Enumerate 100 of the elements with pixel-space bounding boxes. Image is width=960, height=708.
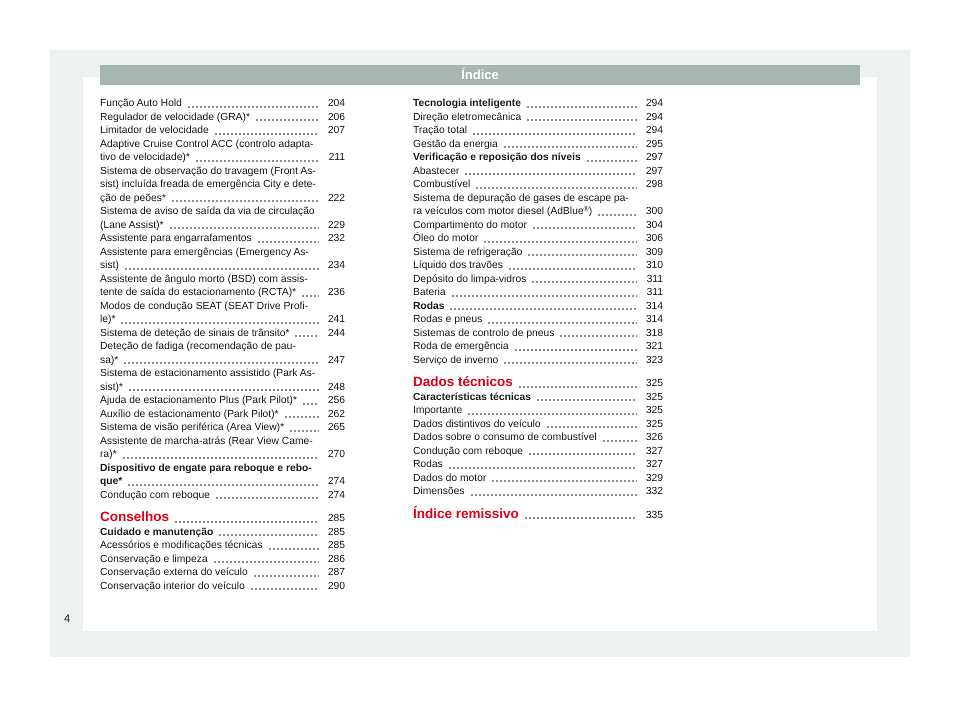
page-reference: 207 <box>326 124 345 138</box>
page-reference: 241 <box>326 313 345 326</box>
page-reference: 285 <box>326 526 345 539</box>
page-reference: 326 <box>644 431 663 444</box>
entry-text: Dados distintivos do veículo <box>413 418 541 431</box>
entry-text: Roda de emergência <box>413 340 509 354</box>
entry-text: Dispositivo de engate para reboque e rebo- <box>100 462 312 474</box>
entry-text: Líquido dos travões <box>413 259 503 272</box>
entry-text: Ajuda de estacionamento Plus (Park Pilot)* <box>100 394 297 408</box>
page-reference: 286 <box>326 552 345 566</box>
entry-text: sa)* <box>100 354 118 367</box>
entry-text: Óleo do motor <box>413 232 478 246</box>
entry-text: tente de saída do estacionamento (RCTA)* <box>100 286 296 300</box>
entry-text: ção de peões* <box>100 192 166 205</box>
entry-text: Verificação e reposição dos níveis <box>413 151 581 164</box>
page-reference: 300 <box>644 205 663 218</box>
page-reference: 332 <box>644 485 663 498</box>
page-reference: 335 <box>644 508 663 522</box>
entry-text: Abastecer <box>413 164 460 178</box>
entry-text: Deteção de fadiga (recomendação de pau- <box>100 341 296 352</box>
page-reference: 287 <box>326 566 345 580</box>
dot-leader <box>289 430 319 432</box>
entry-text: Sistema de visão periférica (Area View)* <box>100 421 284 434</box>
page-reference: 222 <box>326 192 345 205</box>
entry-text: Regulador de velocidade (GRA)* <box>100 110 250 124</box>
page-reference: 327 <box>644 458 663 472</box>
entry-text: Rodas e pneus <box>413 313 482 326</box>
entry-text: Condução com reboque <box>100 488 210 502</box>
page-reference: 325 <box>644 404 663 418</box>
dot-leader <box>586 160 637 162</box>
page-reference: 325 <box>644 390 663 404</box>
entry-text: Assistente de ângulo morto (BSD) com assis- <box>100 274 308 284</box>
page-reference: 294 <box>644 110 663 124</box>
page-reference: 325 <box>644 418 663 431</box>
page-reference: 309 <box>644 246 663 259</box>
entry-text: le)* <box>100 313 116 326</box>
section-heading: Dados técnicos <box>413 375 513 388</box>
page-reference: 295 <box>644 138 663 151</box>
dot-leader <box>302 402 319 404</box>
entry-text: Dimensões <box>413 485 465 498</box>
entry-text: Conservação e limpeza <box>100 552 208 566</box>
page-number: 4 <box>64 612 70 626</box>
entry-text: Sistema de aviso de saída da via de circulação <box>100 206 315 217</box>
page-reference: 314 <box>644 313 663 326</box>
page-reference: 311 <box>646 286 663 300</box>
entry-text: ra veículos com motor diesel (AdBlue$^{®}$) <box>413 205 592 218</box>
entry-text: Sistemas de controlo de pneus <box>413 326 554 340</box>
page-reference: 294 <box>644 97 663 110</box>
entry-text: Acessórios e modificações técnicas <box>100 539 263 552</box>
section-heading: Índice remissivo <box>413 506 519 520</box>
page-reference: 314 <box>644 300 663 313</box>
page-reference: 206 <box>326 110 345 124</box>
entry-text: Sistema de deteção de sinais de trânsito* <box>100 326 290 340</box>
entry-text: Gestão da energia <box>413 138 498 151</box>
entry-text: Rodas <box>413 458 443 472</box>
page-reference: 327 <box>644 444 663 458</box>
dot-leader <box>284 416 319 418</box>
entry-text: Conservação interior do veículo <box>100 580 245 593</box>
page-reference: 236 <box>326 286 345 300</box>
page-reference: 329 <box>644 472 663 485</box>
page-reference: 294 <box>644 124 663 138</box>
entry-text: Assistente para engarrafamentos <box>100 232 252 246</box>
entry-text: Serviço de inverno <box>413 354 498 367</box>
header-title: Índice <box>461 66 499 84</box>
section-heading: Conselhos <box>100 510 170 524</box>
page-reference: 306 <box>644 232 663 246</box>
entry-text: sist)* <box>100 380 123 394</box>
entry-text: Dados do motor <box>413 472 486 485</box>
entry-text: sist) <box>100 259 119 272</box>
entry-text: Compartimento do motor <box>413 218 527 232</box>
dot-leader <box>602 440 637 442</box>
entry-text: Características técnicas <box>413 390 531 404</box>
page-reference: 262 <box>326 408 345 421</box>
dot-leader <box>301 294 319 296</box>
entry-text: Modos de condução SEAT (SEAT Drive Profi- <box>100 300 308 312</box>
entry-text: Adaptive Cruise Control ACC (controlo adapta- <box>100 138 314 150</box>
page-reference: 234 <box>326 259 345 272</box>
page-reference: 318 <box>644 326 663 340</box>
page-reference: 310 <box>644 259 663 272</box>
dot-leader <box>250 588 319 590</box>
page-reference: 323 <box>644 354 663 367</box>
dot-leader <box>256 240 319 242</box>
entry-text: Assistente para emergências (Emergency As- <box>100 246 309 258</box>
entry-text: ra)* <box>100 448 117 462</box>
page-reference: 229 <box>326 218 345 232</box>
page-reference: 265 <box>326 421 345 434</box>
page-reference: 285 <box>326 539 345 552</box>
page-reference: 211 <box>328 151 345 164</box>
page-reference: 297 <box>644 164 663 178</box>
dot-leader <box>252 574 319 576</box>
entry-text: Tecnologia inteligente <box>413 97 521 110</box>
entry-text: Função Auto Hold <box>100 97 182 110</box>
entry-text: Importante <box>413 404 462 418</box>
entry-text: Auxílio de estacionamento (Park Pilot)* <box>100 408 279 421</box>
entry-text: Combustível <box>413 178 470 192</box>
entry-text: Cuidado e manutenção <box>100 526 214 539</box>
page-reference: 256 <box>326 394 345 408</box>
page-reference: 290 <box>326 580 345 593</box>
entry-text: Direção eletromecânica <box>413 110 522 124</box>
entry-text: que* <box>100 475 122 488</box>
